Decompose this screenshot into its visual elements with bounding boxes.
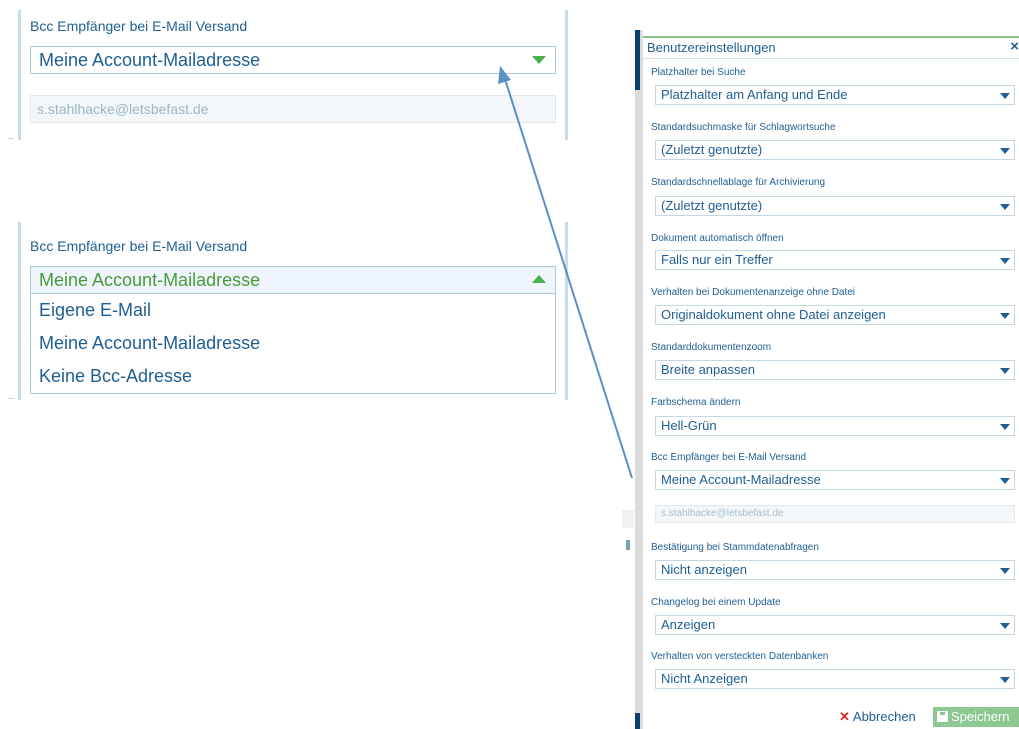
- connector-arrow: [498, 66, 633, 479]
- arrowhead-icon: [498, 66, 511, 84]
- connector-line: [503, 75, 633, 479]
